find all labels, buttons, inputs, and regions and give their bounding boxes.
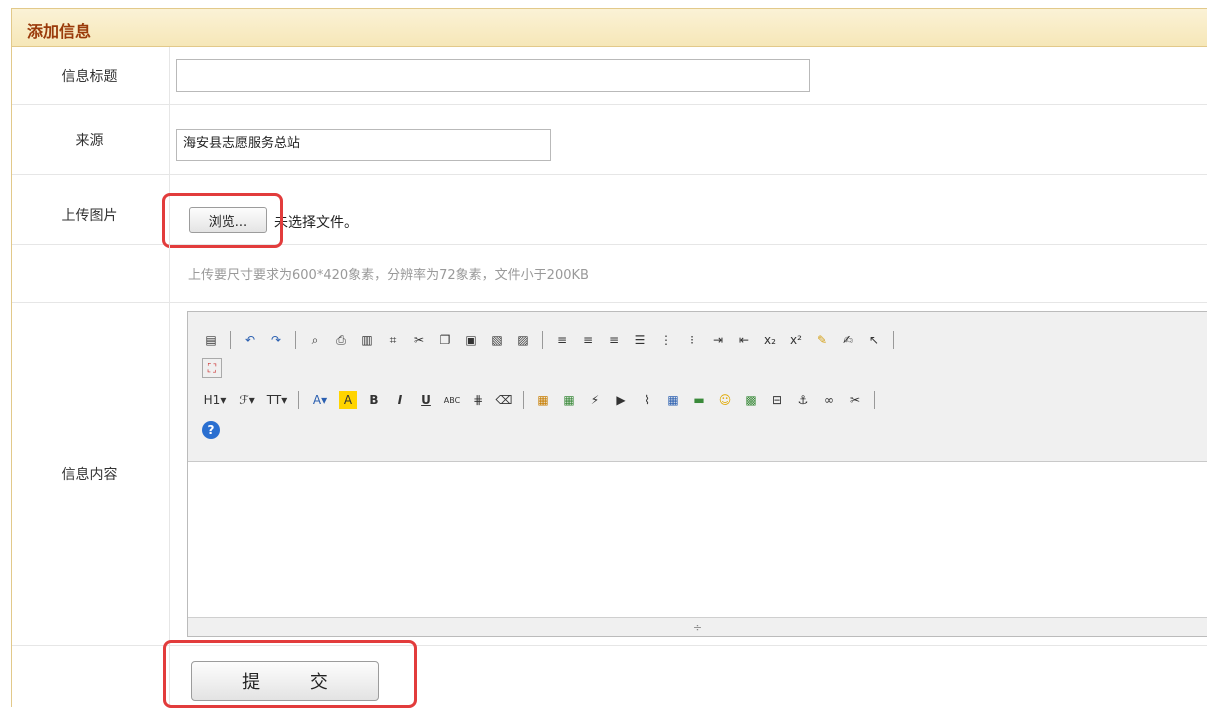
submit-row: 提 交 [12,640,1207,708]
subscript-icon[interactable]: x₂ [761,331,779,349]
add-info-panel: 添加信息 信息标题 来源 海安县志愿服务总站 上传图片 浏览... 未选择文件。… [11,8,1207,708]
editor-statusbar[interactable]: ÷ [188,617,1207,636]
title-row: 信息标题 [12,47,1207,105]
superscript-icon[interactable]: x² [787,331,805,349]
underline-icon[interactable]: U [417,391,435,409]
align-center-icon[interactable]: ≡ [579,331,597,349]
align-right-icon[interactable]: ≡ [605,331,623,349]
clear-format-icon[interactable]: ✎ [813,331,831,349]
browse-highlight [162,193,283,248]
media-icon[interactable]: ▶ [612,391,630,409]
source-icon[interactable]: ▤ [202,331,220,349]
font-color-icon[interactable]: A▾ [309,391,331,409]
highlight-color-icon[interactable]: A [339,391,357,409]
source-input[interactable]: 海安县志愿服务总站 [176,129,551,161]
map-icon[interactable]: ▩ [742,391,760,409]
toolbar-separator [230,331,231,349]
editor-content-area[interactable] [188,462,1207,618]
strikethrough-icon[interactable]: ABC [443,391,461,409]
justify-icon[interactable]: ☰ [631,331,649,349]
source-row: 来源 海安县志愿服务总站 [12,105,1207,175]
toolbar-row-2: ⛶ [198,356,226,380]
unlink-icon[interactable]: ✂ [846,391,864,409]
cursor-icon[interactable]: ↖ [865,331,883,349]
upload-row: 上传图片 浏览... 未选择文件。 [12,175,1207,248]
anchor-icon[interactable]: ⚓ [794,391,812,409]
toolbar-row-3: H1▾ ℱ▾ TT▾ A▾ A B I U ABC ⋕ ⌫ ▦ ▦ ⚡ ▶ ⌇ … [198,388,881,412]
indent-icon[interactable]: ⇥ [709,331,727,349]
bold-icon[interactable]: B [365,391,383,409]
undo-icon[interactable]: ↶ [241,331,259,349]
panel-header: 添加信息 [12,8,1207,47]
toolbar-separator [893,331,894,349]
ordered-list-icon[interactable]: ⋮ [657,331,675,349]
cut-icon[interactable]: ✂ [410,331,428,349]
line-height-icon[interactable]: ⋕ [469,391,487,409]
horizontal-rule-icon[interactable]: ▬ [690,391,708,409]
upload-hint: 上传要尺寸要求为600*420象素，分辨率为72象素，文件小于200KB [188,268,589,283]
link-icon[interactable]: ∞ [820,391,838,409]
heading-icon[interactable]: H1▾ [202,391,228,409]
attachment-icon[interactable]: ⌇ [638,391,656,409]
content-label: 信息内容 [61,467,118,483]
source-label: 来源 [75,132,104,149]
submit-highlight [163,640,417,708]
font-size-icon[interactable]: TT▾ [266,391,288,409]
toolbar-row-4: ? [198,418,224,442]
paste-word-icon[interactable]: ▨ [514,331,532,349]
toolbar-separator [298,391,299,409]
title-input[interactable] [176,59,810,92]
print-icon[interactable]: ⎙ [332,331,350,349]
multi-image-icon[interactable]: ▦ [560,391,578,409]
flash-icon[interactable]: ⚡ [586,391,604,409]
content-row: 信息内容 ▤ ↶ ↷ ⌕ ⎙ ▥ ⌗ ✂ ❐ ▣ ▧ ▨ ≡ ≡ ≡ ☰ ⋮ ⁝… [12,303,1207,646]
paste-icon[interactable]: ▣ [462,331,480,349]
paste-text-icon[interactable]: ▧ [488,331,506,349]
image-icon[interactable]: ▦ [534,391,552,409]
hint-row: 上传要尺寸要求为600*420象素，分辨率为72象素，文件小于200KB [12,245,1207,303]
toolbar-separator [542,331,543,349]
toolbar-separator [874,391,875,409]
select-all-icon[interactable]: ✍ [839,331,857,349]
outdent-icon[interactable]: ⇤ [735,331,753,349]
redo-icon[interactable]: ↷ [267,331,285,349]
upload-label: 上传图片 [61,208,118,224]
toolbar-separator [295,331,296,349]
panel-title: 添加信息 [27,22,92,41]
editor-toolbar: ▤ ↶ ↷ ⌕ ⎙ ▥ ⌗ ✂ ❐ ▣ ▧ ▨ ≡ ≡ ≡ ☰ ⋮ ⁝ ⇥ ⇤ … [188,312,1207,462]
eraser-icon[interactable]: ⌫ [495,391,513,409]
toolbar-row-1: ▤ ↶ ↷ ⌕ ⎙ ▥ ⌗ ✂ ❐ ▣ ▧ ▨ ≡ ≡ ≡ ☰ ⋮ ⁝ ⇥ ⇤ … [198,328,900,352]
table-icon[interactable]: ▦ [664,391,682,409]
file-status: 未选择文件。 [274,215,358,231]
align-left-icon[interactable]: ≡ [553,331,571,349]
preview-icon[interactable]: ⌕ [306,331,324,349]
emoticon-icon[interactable]: ☺ [716,391,734,409]
title-label: 信息标题 [61,68,118,85]
page-break-icon[interactable]: ⊟ [768,391,786,409]
unordered-list-icon[interactable]: ⁝ [683,331,701,349]
copy-icon[interactable]: ❐ [436,331,454,349]
italic-icon[interactable]: I [391,391,409,409]
help-icon[interactable]: ? [202,421,220,439]
font-family-icon[interactable]: ℱ▾ [236,391,258,409]
template-icon[interactable]: ▥ [358,331,376,349]
resize-handle-icon[interactable]: ÷ [693,621,702,634]
fullscreen-icon[interactable]: ⛶ [202,358,222,378]
rich-text-editor: ▤ ↶ ↷ ⌕ ⎙ ▥ ⌗ ✂ ❐ ▣ ▧ ▨ ≡ ≡ ≡ ☰ ⋮ ⁝ ⇥ ⇤ … [187,311,1207,637]
toolbar-separator [523,391,524,409]
code-icon[interactable]: ⌗ [384,331,402,349]
